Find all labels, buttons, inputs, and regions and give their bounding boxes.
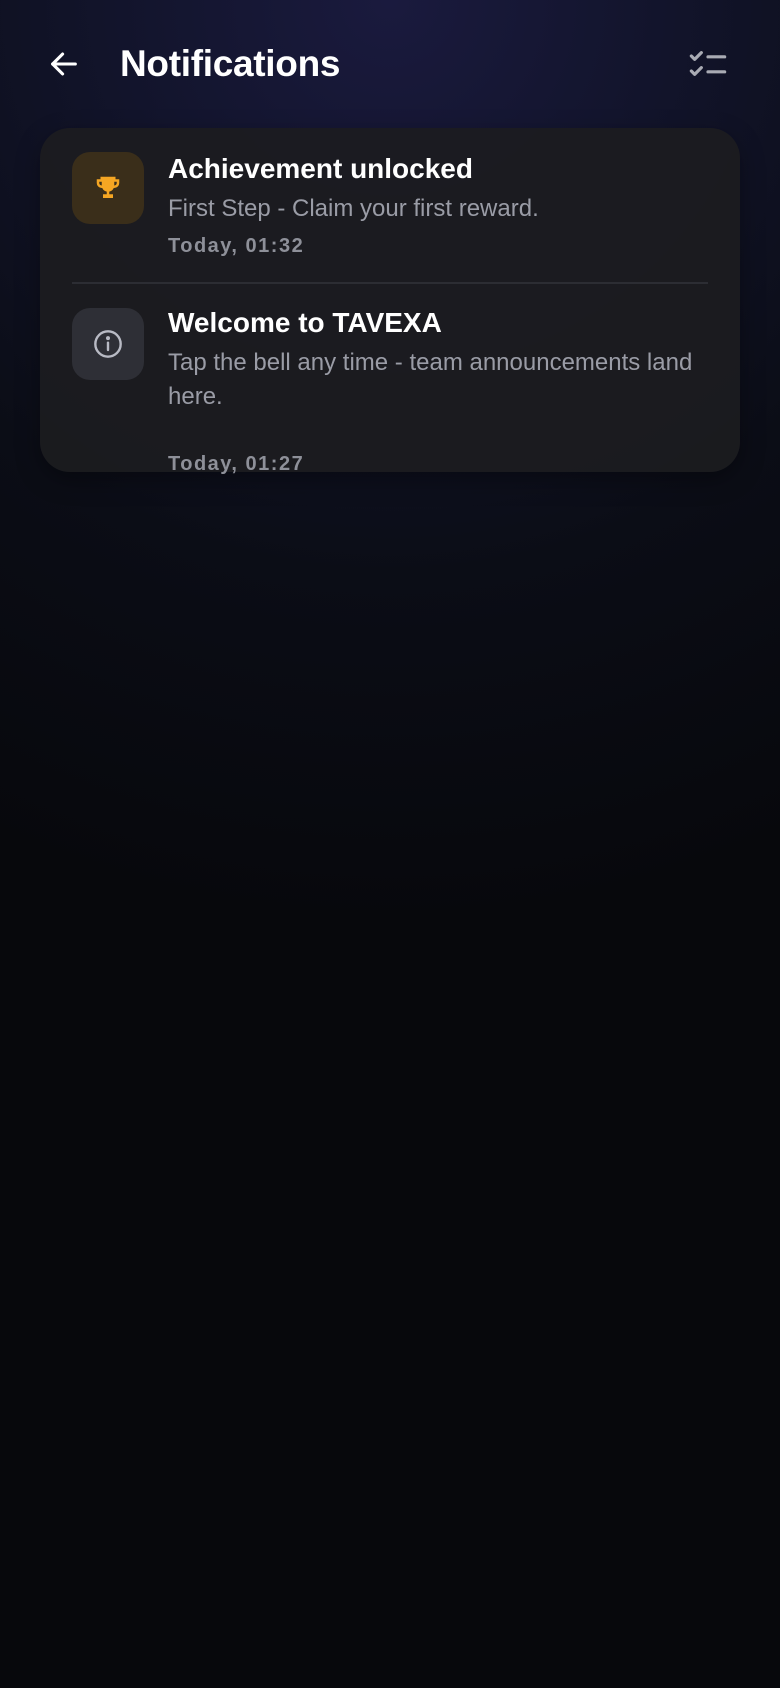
notification-icon-badge	[72, 308, 144, 380]
header: Notifications	[0, 0, 780, 130]
notification-body: First Step - Claim your first reward.	[168, 195, 539, 222]
notification-time: Today, 01:32	[168, 235, 305, 257]
arrow-left-icon	[51, 52, 77, 76]
page-title: Notifications	[120, 43, 341, 84]
notification-item[interactable]: Achievement unlocked First Step - Claim …	[40, 128, 740, 284]
notification-title: Welcome to TAVEXA	[168, 307, 442, 338]
notification-title: Achievement unlocked	[168, 153, 473, 184]
info-icon	[94, 330, 122, 358]
back-button[interactable]	[36, 36, 92, 92]
notification-time: Today, 01:27	[168, 453, 305, 475]
checklist-icon	[689, 51, 727, 76]
mark-all-read-button[interactable]	[680, 38, 736, 94]
notifications-card: Achievement unlocked First Step - Claim …	[40, 128, 740, 475]
notification-item[interactable]: Welcome to TAVEXA Tap the bell any time …	[40, 284, 740, 475]
notification-icon-badge	[72, 152, 144, 224]
trophy-icon	[96, 176, 120, 198]
notification-body: Tap the bell any time - team announcemen…	[168, 349, 693, 410]
